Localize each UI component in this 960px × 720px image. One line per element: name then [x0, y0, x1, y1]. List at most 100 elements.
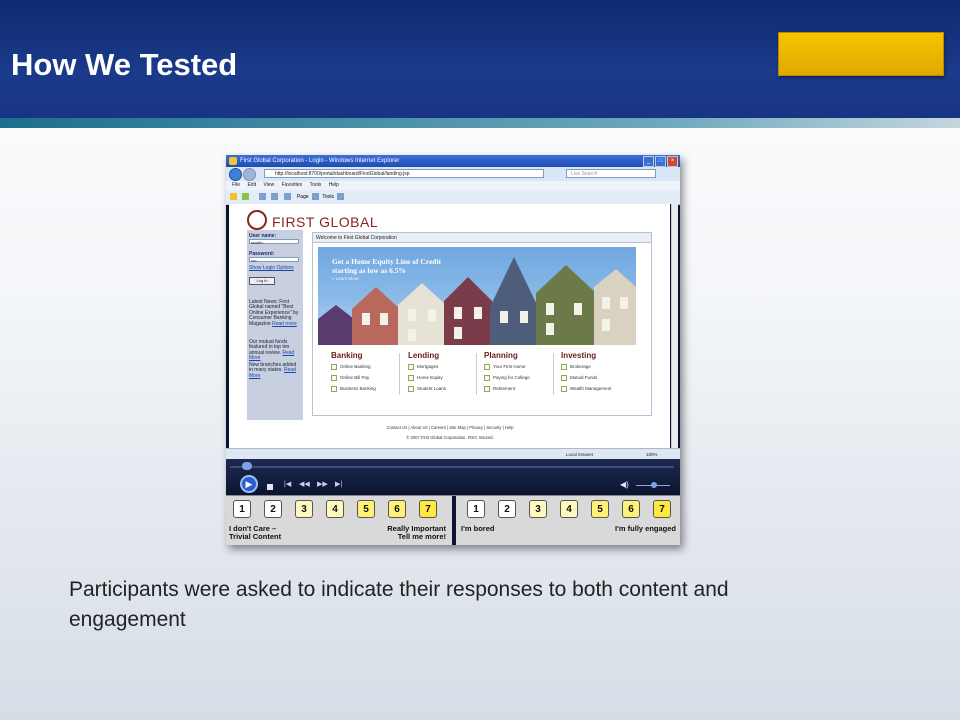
category-investing: Investing Brokerage Mutual Funds Wealth …	[561, 351, 635, 394]
gold-accent-box	[778, 32, 944, 76]
stop-icon[interactable]	[267, 484, 273, 490]
favorites-star-icon[interactable]	[230, 193, 237, 201]
category-lending: Lending Mortgages Home Equity Student Lo…	[408, 351, 482, 394]
category-link[interactable]: Online Banking	[331, 361, 405, 372]
hero-headline: Get a Home Equity Line of Credit startin…	[332, 257, 442, 275]
seek-bar[interactable]	[230, 466, 674, 468]
category-title[interactable]: Investing	[561, 351, 635, 361]
content-rating-7[interactable]: 7	[419, 500, 437, 518]
add-favorite-icon[interactable]	[242, 193, 250, 201]
home-icon[interactable]	[258, 193, 266, 201]
welcome-header: Welcome to First Global Corporation	[313, 233, 651, 243]
category-link[interactable]: Mortgages	[408, 361, 482, 372]
engagement-rating-6[interactable]: 6	[622, 500, 640, 518]
category-link[interactable]: Online Bill Pay	[331, 372, 405, 383]
content-rating-4[interactable]: 4	[326, 500, 344, 518]
engagement-rating-1[interactable]: 1	[467, 500, 485, 518]
slide-caption: Participants were asked to indicate thei…	[69, 578, 729, 631]
fast-forward-icon[interactable]: ▶▶	[317, 481, 328, 488]
browser-titlebar: First Global Corporation - Login - Windo…	[226, 155, 680, 167]
category-link[interactable]: Paying for College	[484, 372, 558, 383]
news-item-3: New branches added in many states. Read …	[249, 362, 297, 379]
site-logo[interactable]: FIRST GLOBAL	[247, 210, 547, 232]
category-divider	[476, 353, 477, 395]
news-1-link[interactable]: Read more	[272, 321, 297, 327]
next-icon[interactable]: ▶|	[335, 481, 342, 488]
seek-handle[interactable]	[242, 462, 252, 470]
engagement-rating-5[interactable]: 5	[591, 500, 609, 518]
help-icon[interactable]	[337, 193, 345, 201]
hero-learn-more-link[interactable]: » Learn More	[332, 276, 359, 281]
category-link[interactable]: Business Banking	[331, 383, 405, 394]
forward-icon[interactable]	[243, 168, 256, 181]
content-high-label: Really Important Tell me more!	[387, 524, 446, 541]
vertical-scrollbar[interactable]	[671, 204, 678, 448]
footer-links[interactable]: Contact Us | About Us | Careers | Site M…	[229, 425, 671, 430]
menu-view[interactable]: View	[263, 181, 274, 190]
username-field[interactable]: ssmith	[249, 239, 299, 245]
engagement-rating-3[interactable]: 3	[529, 500, 547, 518]
category-link[interactable]: Your First Home	[484, 361, 558, 372]
tools-icon[interactable]	[312, 193, 320, 201]
category-title[interactable]: Lending	[408, 351, 482, 361]
page-menu[interactable]: Page	[297, 194, 309, 200]
media-player-controls: ▶ |◀ ◀◀ ▶▶ ▶| ◀)	[226, 459, 680, 495]
engagement-rating-7[interactable]: 7	[653, 500, 671, 518]
content-rating-6[interactable]: 6	[388, 500, 406, 518]
category-link[interactable]: Brokerage	[561, 361, 635, 372]
content-rating-5[interactable]: 5	[357, 500, 375, 518]
menu-edit[interactable]: Edit	[247, 181, 256, 190]
category-link[interactable]: Student Loans	[408, 383, 482, 394]
globe-icon	[247, 210, 267, 230]
address-bar-row: http://localhost:8700/portal/dashboard/F…	[226, 167, 680, 181]
address-input[interactable]: http://localhost:8700/portal/dashboard/F…	[264, 169, 544, 178]
rewind-icon[interactable]: ◀◀	[299, 481, 310, 488]
browser-screenshot: First Global Corporation - Login - Windo…	[226, 155, 680, 545]
category-planning: Planning Your First Home Paying for Coll…	[484, 351, 558, 394]
menu-help[interactable]: Help	[329, 181, 339, 190]
slide-title: How We Tested	[11, 47, 238, 82]
category-link[interactable]: Mutual Funds	[561, 372, 635, 383]
close-icon[interactable]: ×	[667, 156, 678, 167]
menu-tools[interactable]: Tools	[310, 181, 322, 190]
accent-band	[0, 118, 960, 128]
menu-favorites[interactable]: Favorites	[282, 181, 303, 190]
minimize-icon[interactable]: _	[643, 156, 654, 167]
tools-menu[interactable]: Tools	[322, 194, 334, 200]
engagement-rating-2[interactable]: 2	[498, 500, 516, 518]
command-toolbar: Page Tools	[226, 190, 680, 205]
category-title[interactable]: Banking	[331, 351, 405, 361]
login-options-link[interactable]: Show Login Options	[249, 265, 294, 271]
play-icon[interactable]: ▶	[240, 475, 258, 493]
search-input[interactable]: Live Search	[566, 169, 656, 178]
menu-file[interactable]: File	[232, 181, 240, 190]
login-button[interactable]: Log In	[249, 277, 275, 285]
hero-banner[interactable]: Get a Home Equity Line of Credit startin…	[318, 247, 636, 345]
content-rating-3[interactable]: 3	[295, 500, 313, 518]
previous-icon[interactable]: |◀	[284, 481, 291, 488]
category-menu: Banking Online Banking Online Bill Pay B…	[331, 351, 641, 411]
news-item-1: Latest News: First Global named "Best On…	[249, 299, 299, 327]
back-icon[interactable]	[229, 168, 242, 181]
category-divider	[553, 353, 554, 395]
category-title[interactable]: Planning	[484, 351, 558, 361]
ie-icon	[229, 157, 237, 165]
category-banking: Banking Online Banking Online Bill Pay B…	[331, 351, 405, 394]
password-field[interactable]: ••••	[249, 257, 299, 263]
rating-panel: 1 2 3 4 5 6 7 I don't Care – Trivial Con…	[226, 495, 680, 545]
volume-icon[interactable]: ◀)	[620, 480, 629, 489]
content-rating-1[interactable]: 1	[233, 500, 251, 518]
category-link[interactable]: Home Equity	[408, 372, 482, 383]
rating-divider	[452, 496, 456, 545]
print-icon[interactable]	[283, 193, 291, 201]
volume-handle[interactable]	[651, 482, 657, 488]
category-link[interactable]: Wealth Management	[561, 383, 635, 394]
menu-bar: File Edit View Favorites Tools Help	[226, 181, 680, 190]
feeds-icon[interactable]	[271, 193, 279, 201]
maximize-icon[interactable]: □	[655, 156, 666, 167]
engagement-rating-4[interactable]: 4	[560, 500, 578, 518]
login-sidebar: User name: ssmith Password: •••• Show Lo…	[247, 230, 303, 420]
content-low-label: I don't Care – Trivial Content	[229, 524, 282, 541]
category-link[interactable]: Retirement	[484, 383, 558, 394]
content-rating-2[interactable]: 2	[264, 500, 282, 518]
